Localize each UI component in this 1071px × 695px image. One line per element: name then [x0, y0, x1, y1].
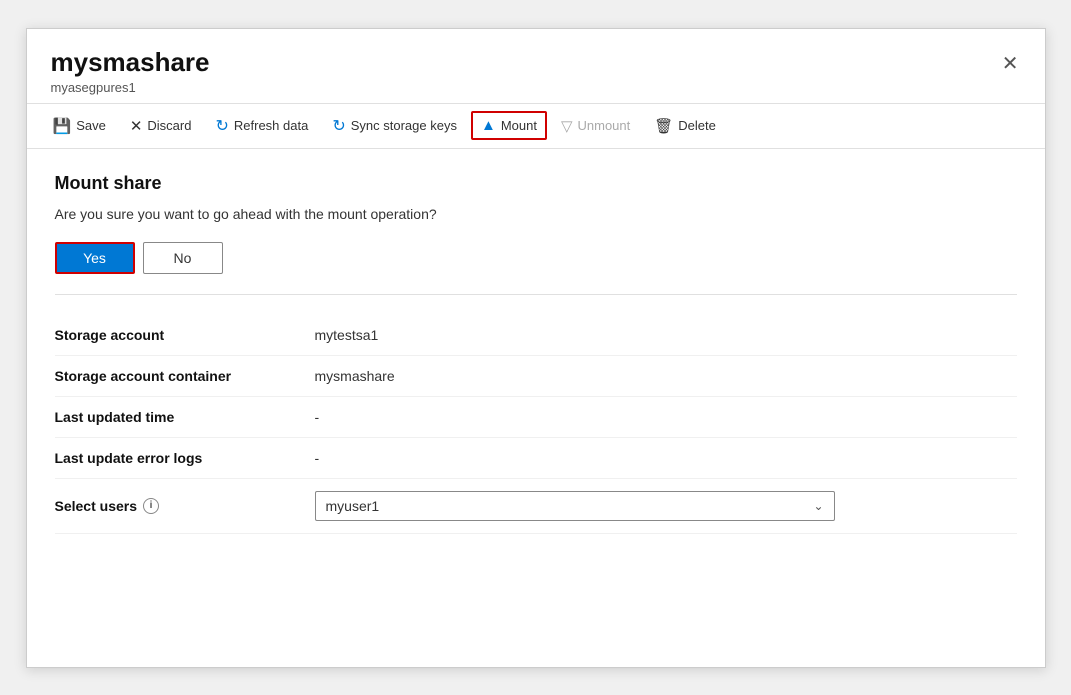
- storage-account-label: Storage account: [55, 327, 315, 343]
- info-icon: i: [143, 498, 159, 514]
- sync-icon: ↻: [332, 116, 345, 136]
- storage-account-container-value: mysmashare: [315, 368, 395, 384]
- content-area: Mount share Are you sure you want to go …: [27, 149, 1045, 534]
- sync-button[interactable]: ↻ Sync storage keys: [322, 110, 467, 142]
- confirmation-buttons: Yes No: [55, 242, 1017, 274]
- no-button[interactable]: No: [143, 242, 223, 274]
- table-row: Last updated time -: [55, 397, 1017, 438]
- panel-title: mysmashare: [51, 47, 1021, 78]
- mount-icon: ▲: [481, 117, 496, 134]
- panel-subtitle: myasegpures1: [51, 80, 1021, 95]
- table-row: Select users i myuser1 ⌄: [55, 479, 1017, 534]
- toolbar: 💾 Save ✕ Discard ↻ Refresh data ↻ Sync s…: [27, 103, 1045, 149]
- select-users-label: Select users i: [55, 498, 315, 514]
- mount-share-title: Mount share: [55, 173, 1017, 194]
- delete-button[interactable]: 🗑 Delete: [644, 111, 726, 141]
- storage-account-container-label: Storage account container: [55, 368, 315, 384]
- table-row: Last update error logs -: [55, 438, 1017, 479]
- storage-account-value: mytestsa1: [315, 327, 379, 343]
- discard-button[interactable]: ✕ Discard: [120, 111, 202, 141]
- mount-share-description: Are you sure you want to go ahead with t…: [55, 206, 1017, 222]
- mount-label: Mount: [501, 118, 537, 133]
- delete-icon: 🗑: [654, 117, 673, 135]
- save-button[interactable]: 💾 Save: [43, 111, 116, 141]
- chevron-down-icon: ⌄: [813, 499, 823, 513]
- unmount-icon: ▽: [561, 117, 573, 135]
- last-update-error-logs-label: Last update error logs: [55, 450, 315, 466]
- discard-label: Discard: [147, 118, 191, 133]
- refresh-label: Refresh data: [234, 118, 308, 133]
- sync-label: Sync storage keys: [351, 118, 457, 133]
- table-row: Storage account mytestsa1: [55, 315, 1017, 356]
- details-section: Storage account mytestsa1 Storage accoun…: [55, 295, 1017, 534]
- mount-share-box: Mount share Are you sure you want to go …: [55, 173, 1017, 295]
- mount-button[interactable]: ▲ Mount: [471, 111, 547, 140]
- close-icon: ✕: [1002, 53, 1019, 75]
- last-updated-time-value: -: [315, 409, 320, 425]
- unmount-label: Unmount: [578, 118, 631, 133]
- close-button[interactable]: ✕: [994, 47, 1027, 80]
- delete-label: Delete: [678, 118, 716, 133]
- last-updated-time-label: Last updated time: [55, 409, 315, 425]
- select-users-dropdown[interactable]: myuser1 ⌄: [315, 491, 835, 521]
- panel: mysmashare myasegpures1 ✕ 💾 Save ✕ Disca…: [26, 28, 1046, 668]
- save-icon: 💾: [53, 117, 72, 135]
- refresh-icon: ↻: [215, 116, 228, 136]
- table-row: Storage account container mysmashare: [55, 356, 1017, 397]
- refresh-button[interactable]: ↻ Refresh data: [205, 110, 318, 142]
- discard-icon: ✕: [130, 117, 143, 135]
- unmount-button[interactable]: ▽ Unmount: [551, 111, 640, 141]
- yes-button[interactable]: Yes: [55, 242, 135, 274]
- last-update-error-logs-value: -: [315, 450, 320, 466]
- select-users-value: myuser1: [326, 498, 380, 514]
- panel-header: mysmashare myasegpures1 ✕: [27, 29, 1045, 103]
- save-label: Save: [76, 118, 106, 133]
